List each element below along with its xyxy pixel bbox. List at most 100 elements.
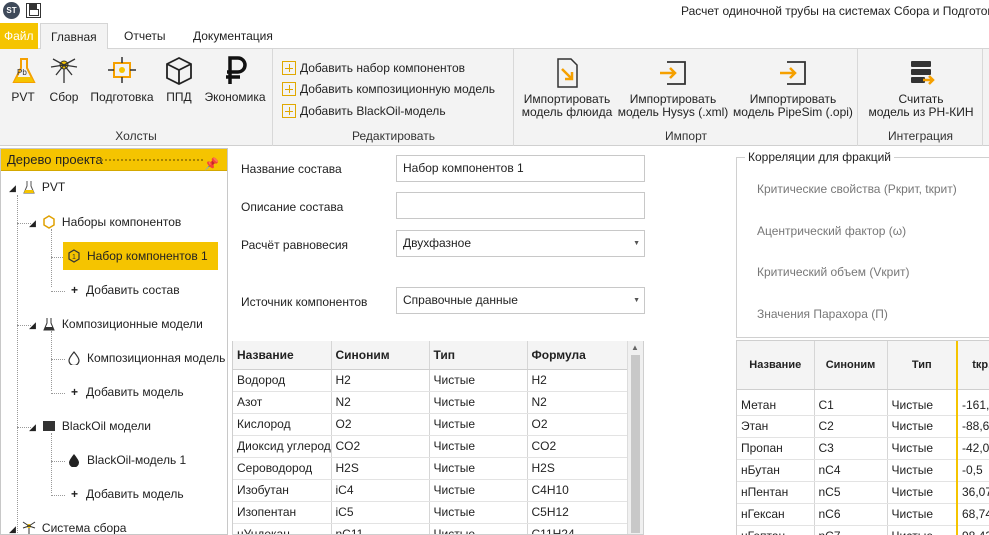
tree-node-component-set-1[interactable]: 1 Набор компонентов 1 <box>63 242 218 270</box>
components-table-scrollbar[interactable]: ▲ <box>627 341 643 534</box>
tree-node-blackoil-model-1[interactable]: BlackOil-модель 1 <box>67 446 186 474</box>
column-header[interactable]: Тип <box>429 341 528 370</box>
column-header[interactable]: Синоним <box>331 341 430 370</box>
black-drop-icon <box>69 453 79 467</box>
economics-button-label: Экономика <box>204 90 266 104</box>
pvt-button[interactable]: Pb PVT <box>8 55 38 104</box>
correlation-acentric[interactable]: Ацентрический фактор (ω) <box>757 224 906 238</box>
read-model-button[interactable]: Считать модель из РН-КИН <box>863 57 979 119</box>
component-source-select[interactable]: Справочные данные <box>396 287 645 314</box>
table-row[interactable]: Кислород O2 Чистые O2 <box>233 413 630 436</box>
table-row[interactable]: Сероводород H2S Чистые H2S <box>233 457 630 480</box>
collapse-arrow-icon[interactable]: ◢ <box>9 515 16 534</box>
tree-line <box>51 495 65 496</box>
economics-button[interactable]: Экономика <box>202 55 268 104</box>
ribbon-group-edit: Добавить набор компонентов Добавить комп… <box>274 49 514 146</box>
tree-line <box>17 195 18 534</box>
column-header[interactable]: tкр, С <box>956 341 989 390</box>
correlation-critical-props[interactable]: Критические свойства (Pкрит, tкрит) <box>757 182 957 196</box>
column-header[interactable]: Тип <box>887 341 958 390</box>
svg-text:1: 1 <box>72 254 76 261</box>
table-row[interactable]: Диоксид углерода CO2 Чистые CO2 <box>233 435 630 458</box>
column-header[interactable]: Название <box>737 341 815 390</box>
tree-node-add-composition[interactable]: + Добавить состав <box>71 276 180 304</box>
table-row[interactable]: ЭтанC2Чистые-88,63 <box>737 415 989 438</box>
scrollbar-thumb[interactable] <box>631 355 640 533</box>
collapse-arrow-icon[interactable]: ◢ <box>9 174 16 202</box>
correlation-critical-volume[interactable]: Критический объем (Vкрит) <box>757 265 910 279</box>
fractions-table-container: Название Синоним Тип tкр, С МетанC1Чисты… <box>736 340 989 535</box>
table-cell: nC7 <box>814 525 888 535</box>
tree-node-comp-models[interactable]: ◢ Композиционные модели <box>29 310 203 338</box>
table-cell: C3 <box>814 437 888 460</box>
equilibrium-label: Расчёт равновесия <box>241 238 349 252</box>
add-comp-model-button[interactable]: Добавить композиционную модель <box>282 79 495 99</box>
table-cell: N2 <box>331 391 430 414</box>
table-row[interactable]: Изобутан iC4 Чистые C4H10 <box>233 479 630 502</box>
app-logo-icon: ST <box>3 2 20 19</box>
table-header-row: Название Синоним Тип Формула <box>233 341 630 370</box>
collapse-arrow-icon[interactable]: ◢ <box>29 311 36 339</box>
tab-file[interactable]: Файл <box>0 23 38 49</box>
add-component-set-button[interactable]: Добавить набор компонентов <box>282 58 465 78</box>
column-header[interactable]: Название <box>233 341 332 370</box>
table-cell: Кислород <box>233 413 332 436</box>
table-row[interactable]: нГексанnC6Чистые68,74 <box>737 503 989 526</box>
table-cell: N2 <box>527 391 630 414</box>
composition-name-input[interactable]: Набор компонентов 1 <box>396 155 645 182</box>
tree-node-gathering[interactable]: ◢ Система сбора <box>9 514 126 534</box>
table-cell: Сероводород <box>233 457 332 480</box>
table-row[interactable]: ПропанC3Чистые-42,07 <box>737 437 989 460</box>
pin-icon[interactable]: 📌 <box>204 153 219 175</box>
flask-icon <box>23 180 35 194</box>
tree-node-add-model-2[interactable]: + Добавить модель <box>71 480 184 508</box>
composition-desc-input[interactable] <box>396 192 645 219</box>
flask-icon: Pb <box>12 58 36 83</box>
tab-documentation[interactable]: Документация <box>183 23 283 49</box>
tree-node-blackoil-models[interactable]: ◢ BlackOil модели <box>29 412 151 440</box>
ppd-button[interactable]: ППД <box>162 55 196 104</box>
tab-reports[interactable]: Отчеты <box>114 23 175 49</box>
hexagon-icon <box>43 214 55 229</box>
correlation-parachor[interactable]: Значения Парахора (П) <box>757 307 888 321</box>
tree-node-pvt[interactable]: ◢ PVT <box>9 173 65 201</box>
table-row[interactable]: нПентанnC5Чистые36,074 <box>737 481 989 504</box>
processing-button[interactable]: Подготовка <box>88 55 156 104</box>
import-pipesim-button[interactable]: Импортировать модель PipeSim (.opi) <box>731 57 855 119</box>
import-hysys-line2: модель Hysys (.xml) <box>617 105 729 119</box>
tree-node-comp-model[interactable]: Композиционная модель <box>67 344 225 372</box>
table-row[interactable]: нБутан nC4 Чистые -0,5 <box>737 459 989 482</box>
table-row[interactable]: нГептанnC7Чистые98,43 <box>737 525 989 535</box>
tree-line <box>51 393 65 394</box>
cube-icon <box>166 56 192 86</box>
table-cell: H2S <box>527 457 630 480</box>
column-header[interactable]: Формула <box>527 341 630 370</box>
equilibrium-select[interactable]: Двухфазное <box>396 230 645 257</box>
table-cell: Чистые <box>429 501 528 524</box>
table-cell: Чистые <box>429 413 528 436</box>
collapse-arrow-icon[interactable]: ◢ <box>29 413 36 441</box>
import-arrow-icon <box>660 61 686 85</box>
ppd-button-label: ППД <box>166 90 192 104</box>
table-row[interactable]: Изопентан iC5 Чистые C5H12 <box>233 501 630 524</box>
gathering-button[interactable]: Сбор <box>46 55 82 104</box>
table-row[interactable]: Азот N2 Чистые N2 <box>233 391 630 414</box>
scroll-up-icon[interactable]: ▲ <box>631 343 639 352</box>
import-fluid-model-button[interactable]: Импортировать модель флюида <box>519 57 615 119</box>
table-row[interactable]: МетанC1Чистые-161,4 <box>737 389 989 416</box>
table-cell: Чистые <box>887 415 958 438</box>
table-row[interactable]: нУндекан nC11 Чистые C11H24 <box>233 523 630 534</box>
import-hysys-button[interactable]: Импортировать модель Hysys (.xml) <box>617 57 729 119</box>
collapse-arrow-icon[interactable]: ◢ <box>29 209 36 237</box>
add-blackoil-model-button[interactable]: Добавить BlackOil-модель <box>282 101 446 121</box>
save-icon[interactable] <box>26 3 41 18</box>
tree-node-component-sets[interactable]: ◢ Наборы компонентов <box>29 208 181 236</box>
component-source-select-value: Справочные данные <box>403 293 518 307</box>
tree-line <box>51 433 52 493</box>
table-cell: H2S <box>331 457 430 480</box>
tree-node-add-model-1[interactable]: + Добавить модель <box>71 378 184 406</box>
table-row[interactable]: Водород H2 Чистые H2 <box>233 369 630 392</box>
read-model-line2: модель из РН-КИН <box>868 105 974 119</box>
column-header[interactable]: Синоним <box>814 341 888 390</box>
tab-home[interactable]: Главная <box>40 23 108 50</box>
